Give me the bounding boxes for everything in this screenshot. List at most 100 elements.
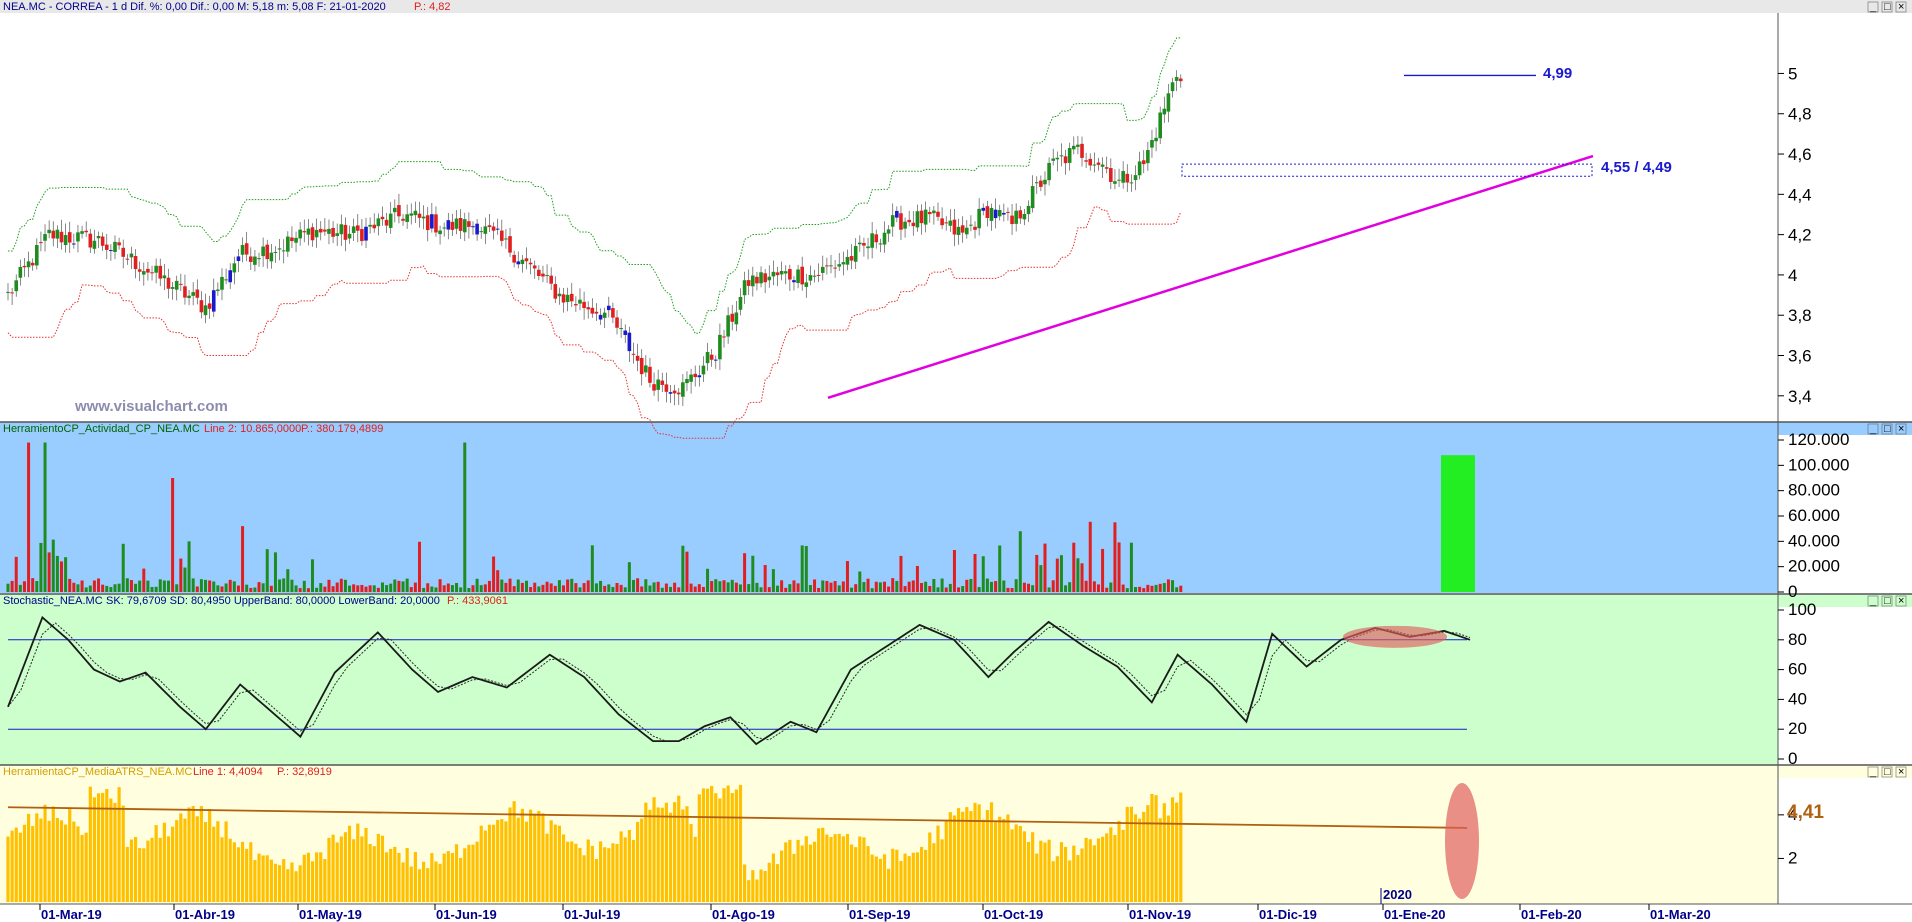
activity-bar <box>129 580 133 592</box>
activity-bar <box>1002 580 1006 592</box>
activity-bar <box>804 546 808 592</box>
atr-bar <box>179 813 183 902</box>
activity-bar <box>1027 583 1031 592</box>
activity-bar <box>500 579 504 592</box>
atr-bar <box>286 869 290 902</box>
price-tick-label: 3,4 <box>1788 387 1812 406</box>
candle-body <box>944 222 949 224</box>
atr-bar <box>985 810 989 902</box>
activity-bar <box>68 578 72 592</box>
candle-body <box>92 240 97 249</box>
atr-bar <box>648 809 652 902</box>
atr-bar <box>989 802 994 902</box>
candle-body <box>701 365 706 375</box>
atr-bar <box>1039 840 1043 902</box>
candle-body <box>113 241 117 252</box>
activity-bar <box>664 583 668 592</box>
candle-body <box>537 269 541 277</box>
activity-bar <box>599 580 603 592</box>
candle-body <box>763 273 767 283</box>
activity-bar <box>191 578 195 592</box>
atr-bar <box>681 809 685 902</box>
activity-bar <box>294 585 298 592</box>
atr-bar <box>347 825 352 902</box>
activity-bar <box>611 586 615 592</box>
activity-bar <box>669 586 673 592</box>
candle-body <box>611 308 615 318</box>
activity-bar <box>72 582 76 592</box>
atr-bar <box>668 812 673 902</box>
candle-body <box>133 256 138 270</box>
stoch-panel-bg <box>0 597 1778 765</box>
activity-bar <box>623 587 627 592</box>
candle-body <box>874 234 879 243</box>
atr-bar <box>829 837 833 902</box>
atr-bar <box>631 839 636 902</box>
activity-bar <box>212 581 216 592</box>
activity-bar <box>738 584 742 592</box>
activity-bar <box>895 580 899 592</box>
candle-body <box>446 220 451 230</box>
activity-bar <box>862 582 866 592</box>
candle-body <box>927 211 932 215</box>
atr-bar <box>1043 842 1047 902</box>
activity-bar <box>911 580 915 592</box>
atr-bar <box>685 806 689 902</box>
activity-bar <box>319 583 323 592</box>
atr-bar <box>319 852 323 902</box>
activity-bar <box>1018 531 1022 592</box>
x-tick-label: 01-Mar-20 <box>1650 907 1711 922</box>
candle-body <box>989 207 994 221</box>
atr-bar <box>208 809 212 902</box>
x-tick-label: 01-Sep-19 <box>849 907 910 922</box>
atr-bar <box>240 841 245 902</box>
activity-bar <box>594 583 598 592</box>
atr-bar <box>714 793 718 902</box>
candle-body <box>298 229 302 239</box>
atr-bar <box>269 859 273 902</box>
activity-bar <box>327 579 331 592</box>
candle-body <box>693 373 698 378</box>
candle-body <box>1088 158 1093 166</box>
atr-bar <box>64 824 68 902</box>
candle-body <box>993 209 998 219</box>
candle-body <box>281 250 286 252</box>
activity-bar <box>644 579 648 592</box>
activity-bar <box>216 585 220 592</box>
x-axis-bg <box>0 904 1912 922</box>
candle-body <box>969 224 973 226</box>
candle-body <box>841 262 846 265</box>
candle-body <box>191 292 195 296</box>
atr-bar <box>928 832 932 902</box>
candle-body <box>318 228 323 233</box>
activity-bar <box>463 442 467 592</box>
candle-body <box>759 272 763 284</box>
atr-bar <box>759 869 763 902</box>
activity-bar <box>109 587 113 592</box>
candle-body <box>216 289 220 291</box>
candle-body <box>59 231 64 243</box>
activity-bar <box>113 584 117 592</box>
candle-body <box>1067 148 1072 163</box>
activity-bar <box>759 587 763 592</box>
activity-bar <box>241 526 245 592</box>
activity-bar <box>162 580 166 592</box>
activity-bar <box>51 539 55 592</box>
atr-bar <box>545 833 549 902</box>
candle-body <box>393 207 397 213</box>
candle-body <box>63 235 68 246</box>
activity-bar <box>158 579 162 592</box>
activity-bar <box>335 582 339 592</box>
atr-bar <box>961 811 965 902</box>
atr-bar <box>175 820 179 902</box>
candle-body <box>775 272 780 276</box>
activity-bar <box>957 587 961 592</box>
candle-body <box>619 327 623 330</box>
candle-body <box>162 275 167 279</box>
atr-bar <box>454 844 459 902</box>
stoch-tick-label: 0 <box>1788 749 1797 768</box>
candle-body <box>339 224 344 235</box>
activity-bar <box>204 579 208 592</box>
atr-bar <box>397 852 401 902</box>
activity-bar <box>43 442 47 592</box>
